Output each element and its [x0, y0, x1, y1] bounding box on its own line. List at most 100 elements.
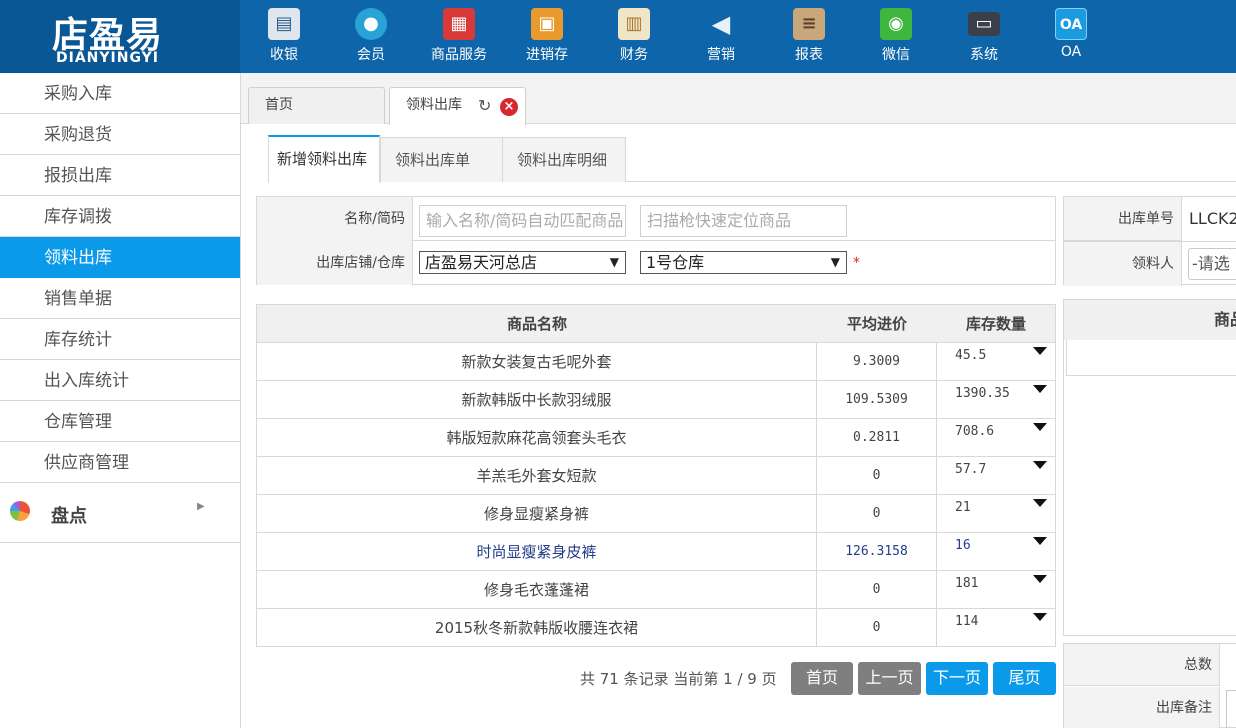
next-page-button[interactable]: 下一页 — [926, 662, 988, 695]
table-header: 商品名称 平均进价 库存数量 — [257, 305, 1055, 343]
refresh-icon[interactable]: ↻ — [478, 98, 494, 114]
first-page-button[interactable]: 首页 — [791, 662, 853, 695]
goods-qty-value: 57.7 — [955, 462, 987, 477]
table-row[interactable]: 2015秋冬新款韩版收腰连衣裙 0 114 — [257, 609, 1055, 647]
column-header-qty: 库存数量 — [965, 315, 1026, 333]
marketing-icon: ◀ — [711, 10, 731, 38]
sidebar-item-purchase-in[interactable]: 采购入库 — [0, 73, 240, 114]
caret-down-icon[interactable] — [1033, 537, 1047, 545]
report-icon: ≡ — [793, 8, 825, 40]
goods-qty: 708.6 — [937, 419, 1055, 456]
nav-label: 进销存 — [526, 47, 568, 63]
last-page-button[interactable]: 尾页 — [993, 662, 1056, 695]
caret-down-icon[interactable] — [1033, 575, 1047, 583]
nav-item-member[interactable]: ● 会员 — [331, 0, 411, 73]
goods-price: 0.2811 — [817, 419, 937, 456]
store-select[interactable]: 店盈易天河总店 ▼ — [419, 251, 626, 274]
sidebar-item-purchase-return[interactable]: 采购退货 — [0, 114, 240, 155]
goods-qty-value: 21 — [955, 500, 971, 515]
goods-qty: 1390.35 — [937, 381, 1055, 418]
table-row[interactable]: 羊羔毛外套女短款 0 57.7 — [257, 457, 1055, 495]
goods-qty-value: 114 — [955, 614, 979, 629]
caret-down-icon[interactable] — [1033, 423, 1047, 431]
sidebar-item-sales-docs[interactable]: 销售单据 — [0, 278, 240, 319]
form-row-store: 出库店铺/仓库 店盈易天河总店 ▼ 1号仓库 ▼ * — [257, 241, 1055, 285]
sidebar-group-stocktake[interactable]: 盘点 ▶ — [0, 485, 240, 543]
prev-page-button[interactable]: 上一页 — [858, 662, 921, 695]
close-icon[interactable]: × — [500, 98, 518, 116]
nav-label: 收银 — [270, 47, 298, 63]
goods-price: 0 — [817, 495, 937, 532]
remark-input[interactable] — [1226, 690, 1236, 728]
nav-label: 会员 — [357, 47, 385, 63]
sidebar-item-supplier-mgmt[interactable]: 供应商管理 — [0, 442, 240, 483]
goods-qty-value: 181 — [955, 576, 979, 591]
goods-qty-value: 45.5 — [955, 348, 987, 363]
tab-home[interactable]: 首页 — [248, 87, 385, 124]
table-row[interactable]: 修身显瘦紧身裤 0 21 — [257, 495, 1055, 533]
pagination-info: 共 71 条记录 当前第 1 / 9 页 — [580, 670, 777, 688]
sidebar-item-io-stats[interactable]: 出入库统计 — [0, 360, 240, 401]
table-row[interactable]: 修身毛衣蓬蓬裙 0 181 — [257, 571, 1055, 609]
chevron-right-icon: ▶ — [197, 501, 205, 512]
nav-label: 系统 — [970, 47, 998, 63]
nav-label: OA — [1060, 44, 1082, 60]
store-warehouse-label: 出库店铺/仓库 — [257, 241, 413, 285]
goods-price: 0 — [817, 457, 937, 494]
nav-item-cashier[interactable]: ▤ 收银 — [244, 0, 324, 73]
nav-item-system[interactable]: ▭ 系统 — [944, 0, 1024, 73]
goods-qty-value: 708.6 — [955, 424, 995, 439]
tab-label: 领料出库 — [406, 97, 462, 113]
table-row[interactable]: 时尚显瘦紧身皮裤 126.3158 16 — [257, 533, 1055, 571]
caret-down-icon[interactable] — [1033, 613, 1047, 621]
nav-label: 财务 — [620, 47, 648, 63]
receiver-label: 领料人 — [1064, 242, 1182, 286]
sidebar: 采购入库 采购退货 报损出库 库存调拨 领料出库 销售单据 库存统计 出入库统计… — [0, 73, 241, 728]
nav-item-inventory[interactable]: ▣ 进销存 — [507, 0, 587, 73]
nav-item-marketing[interactable]: ◀ 营销 — [681, 0, 761, 73]
tab-new-material-out[interactable]: 新增领料出库 — [268, 135, 380, 183]
sidebar-item-stock-transfer[interactable]: 库存调拨 — [0, 196, 240, 237]
tab-material-out[interactable]: 领料出库 ↻ × — [389, 87, 526, 125]
receiver-select[interactable]: -请选 — [1188, 248, 1236, 280]
sidebar-item-material-out[interactable]: 领料出库 — [0, 237, 240, 278]
caret-down-icon[interactable] — [1033, 461, 1047, 469]
scanner-input[interactable]: 扫描枪快速定位商品 — [640, 205, 847, 237]
tab-material-out-list[interactable]: 领料出库单 — [380, 137, 503, 182]
goods-qty: 16 — [937, 533, 1055, 570]
caret-down-icon[interactable] — [1033, 347, 1047, 355]
brand-name-en: DIANYINGYI — [56, 50, 159, 66]
nav-item-wechat[interactable]: ◉ 微信 — [856, 0, 936, 73]
table-row[interactable]: 新款女装复古毛呢外套 9.3009 45.5 — [257, 343, 1055, 381]
name-code-input[interactable]: 输入名称/简码自动匹配商品 — [419, 205, 626, 237]
caret-down-icon[interactable] — [1033, 499, 1047, 507]
nav-item-report[interactable]: ≡ 报表 — [769, 0, 849, 73]
nav-item-oa[interactable]: OA OA — [1031, 0, 1111, 73]
order-info-form: 出库单号 LLCK2 领料人 -请选 — [1063, 196, 1236, 286]
sidebar-item-warehouse-mgmt[interactable]: 仓库管理 — [0, 401, 240, 442]
table-row[interactable]: 韩版短款麻花高领套头毛衣 0.2811 708.6 — [257, 419, 1055, 457]
form-row-name: 名称/简码 输入名称/简码自动匹配商品 扫描枪快速定位商品 — [257, 197, 1055, 241]
goods-name: 修身毛衣蓬蓬裙 — [257, 571, 817, 608]
sidebar-item-damage-out[interactable]: 报损出库 — [0, 155, 240, 196]
goods-price: 109.5309 — [817, 381, 937, 418]
total-label: 总数 — [1064, 644, 1220, 686]
brand-logo: 店盈易 DIANYINGYI — [0, 0, 240, 73]
nav-item-goods[interactable]: ▦ 商品服务 — [419, 0, 499, 73]
table-row[interactable]: 新款韩版中长款羽绒服 109.5309 1390.35 — [257, 381, 1055, 419]
goods-name: 羊羔毛外套女短款 — [257, 457, 817, 494]
goods-name: 时尚显瘦紧身皮裤 — [257, 533, 817, 570]
order-summary: 总数 出库备注 — [1063, 643, 1236, 728]
caret-down-icon[interactable] — [1033, 385, 1047, 393]
nav-item-finance[interactable]: ▥ 财务 — [594, 0, 674, 73]
goods-price: 126.3158 — [817, 533, 937, 570]
goods-name: 韩版短款麻花高领套头毛衣 — [257, 419, 817, 456]
nav-label: 商品服务 — [431, 47, 487, 63]
sidebar-item-stock-stats[interactable]: 库存统计 — [0, 319, 240, 360]
tab-material-out-detail[interactable]: 领料出库明细 — [502, 137, 626, 182]
nav-label: 微信 — [882, 47, 910, 63]
caret-down-icon: ▼ — [609, 255, 619, 269]
goods-qty-value: 1390.35 — [955, 386, 1010, 401]
warehouse-select[interactable]: 1号仓库 ▼ — [640, 251, 847, 274]
store-select-value: 店盈易天河总店 — [425, 253, 538, 272]
